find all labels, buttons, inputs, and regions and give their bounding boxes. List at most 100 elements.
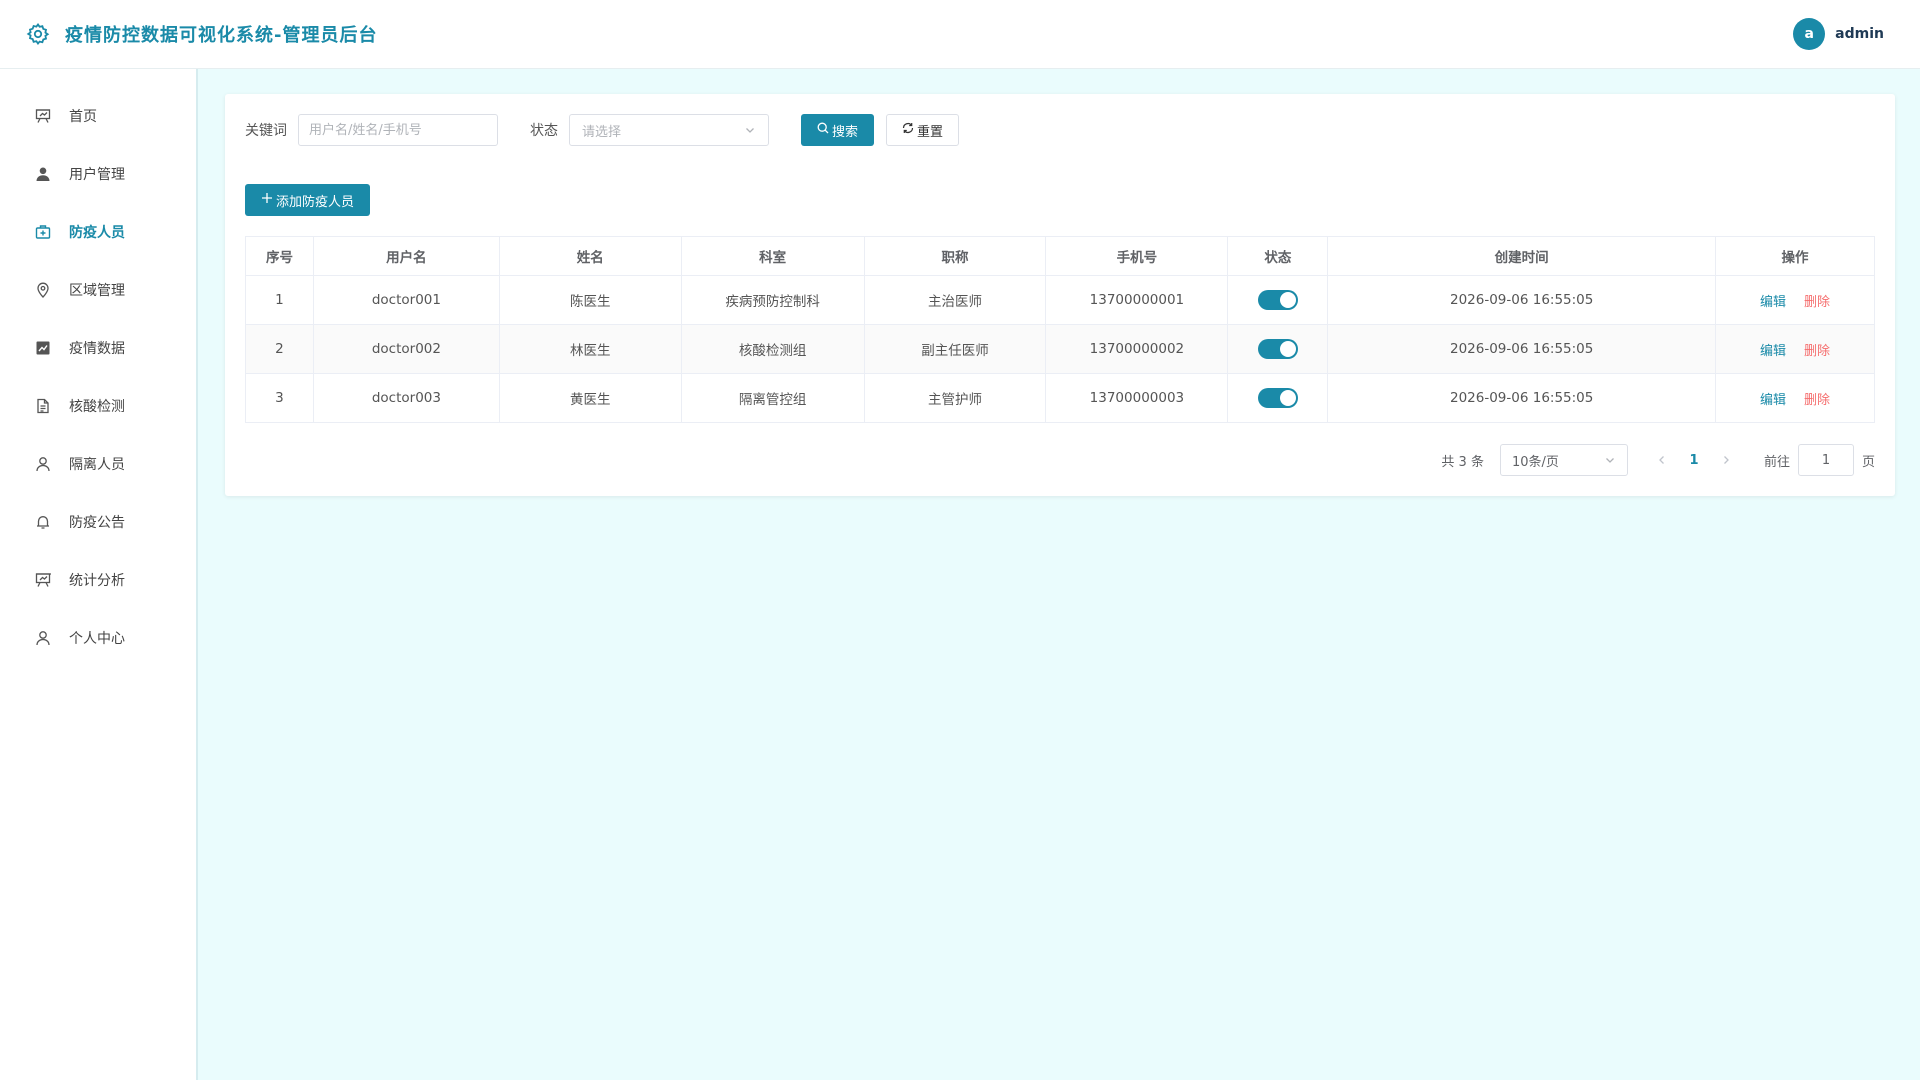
chevron-down-icon [1604, 454, 1616, 470]
row-phone: 13700000002 [1045, 324, 1229, 374]
column-header: 序号 [245, 236, 314, 276]
add-staff-button-label: 添加防疫人员 [276, 194, 355, 210]
goto-page-input[interactable] [1797, 444, 1854, 476]
trend-chart-icon [33, 338, 53, 358]
location-pin-icon [33, 280, 53, 300]
edit-button[interactable]: 编辑 [1760, 344, 1786, 359]
row-title: 主管护师 [863, 373, 1047, 423]
row-created: 2026-09-06 16:55:05 [1327, 324, 1717, 374]
sidebar-item-home[interactable]: 首页 [0, 87, 196, 145]
page-size-value: 10条/页 [1511, 454, 1559, 470]
sidebar-item-label: 区域管理 [69, 283, 125, 299]
sidebar-item-label: 首页 [69, 109, 97, 125]
sidebar-item-user-management[interactable]: 用户管理 [0, 145, 196, 203]
row-status-cell [1227, 275, 1329, 325]
toggle-knob [1279, 390, 1296, 406]
delete-button[interactable]: 删除 [1804, 295, 1830, 310]
status-toggle[interactable] [1257, 388, 1298, 408]
gear-icon [25, 21, 51, 47]
main-card: 关键词 状态 请选择 搜索 重置 添加防疫人员 [225, 94, 1895, 496]
column-header: 操作 [1715, 236, 1875, 276]
row-phone: 13700000003 [1045, 373, 1229, 423]
app-title: 疫情防控数据可视化系统-管理员后台 [65, 25, 378, 46]
presentation-board-icon [33, 106, 53, 126]
row-name: 黄医生 [498, 373, 682, 423]
top-header: 疫情防控数据可视化系统-管理员后台 a admin [0, 0, 1920, 69]
sidebar-item-label: 核酸检测 [69, 399, 125, 415]
avatar[interactable]: a [1793, 18, 1826, 50]
search-button[interactable]: 搜索 [801, 114, 875, 146]
edit-button[interactable]: 编辑 [1760, 295, 1786, 310]
row-name: 林医生 [498, 324, 682, 374]
sidebar-item-announcement[interactable]: 防疫公告 [0, 493, 196, 551]
chevron-down-icon [744, 124, 756, 140]
table-row: 3 doctor003 黄医生 隔离管控组 主管护师 13700000003 2… [245, 373, 1875, 423]
row-department: 隔离管控组 [680, 373, 865, 423]
sidebar-item-profile[interactable]: 个人中心 [0, 609, 196, 667]
toggle-knob [1279, 292, 1296, 308]
status-select-placeholder: 请选择 [582, 124, 622, 140]
user-outline-icon [33, 628, 53, 648]
document-icon [33, 396, 53, 416]
status-toggle[interactable] [1257, 339, 1298, 359]
reset-button-label: 重置 [917, 124, 944, 140]
sidebar-item-statistics[interactable]: 统计分析 [0, 551, 196, 609]
row-created: 2026-09-06 16:55:05 [1327, 373, 1717, 423]
column-header: 手机号 [1045, 236, 1229, 276]
add-staff-button[interactable]: 添加防疫人员 [245, 184, 371, 216]
row-actions: 编辑 删除 [1715, 373, 1875, 423]
bell-icon [33, 512, 53, 532]
sidebar-item-area-management[interactable]: 区域管理 [0, 261, 196, 319]
action-bar: 添加防疫人员 [245, 184, 1875, 216]
column-header: 姓名 [498, 236, 682, 276]
sidebar-item-label: 防疫人员 [69, 225, 125, 241]
username-label[interactable]: admin [1835, 26, 1884, 42]
status-select[interactable]: 请选择 [569, 114, 769, 146]
row-index: 3 [245, 373, 314, 423]
goto-label: 前往 [1763, 454, 1790, 470]
sidebar-item-epidemic-data[interactable]: 疫情数据 [0, 319, 196, 377]
row-status-cell [1227, 373, 1329, 423]
delete-button[interactable]: 删除 [1804, 393, 1830, 408]
chevron-right-icon [1724, 456, 1729, 464]
row-department: 核酸检测组 [680, 324, 865, 374]
user-outline-icon [33, 454, 53, 474]
pagination: 共 3 条 10条/页 1 前往 页 [1441, 444, 1875, 476]
keyword-search-input[interactable] [298, 114, 498, 146]
reset-button[interactable]: 重置 [886, 114, 960, 146]
page-number-current[interactable]: 1 [1678, 444, 1710, 476]
table-header-row: 序号 用户名 姓名 科室 职称 手机号 状态 创建时间 操作 [245, 236, 1875, 276]
row-username: doctor001 [312, 275, 500, 325]
row-department: 疾病预防控制科 [680, 275, 865, 325]
column-header: 状态 [1227, 236, 1329, 276]
plus-icon [261, 192, 273, 208]
staff-table: 序号 用户名 姓名 科室 职称 手机号 状态 创建时间 操作 1 doctor0… [245, 236, 1875, 423]
first-aid-kit-icon [33, 222, 53, 242]
page-size-select[interactable]: 10条/页 [1499, 444, 1628, 476]
edit-button[interactable]: 编辑 [1760, 393, 1786, 408]
status-toggle[interactable] [1257, 290, 1298, 310]
column-header: 科室 [680, 236, 865, 276]
column-header: 创建时间 [1327, 236, 1717, 276]
column-header: 用户名 [312, 236, 500, 276]
sidebar-item-label: 疫情数据 [69, 341, 125, 357]
keyword-label: 关键词 [245, 123, 287, 139]
row-title: 主治医师 [863, 275, 1047, 325]
sidebar-item-nucleic-test[interactable]: 核酸检测 [0, 377, 196, 435]
prev-page-button[interactable] [1646, 444, 1678, 476]
row-username: doctor002 [312, 324, 500, 374]
row-phone: 13700000001 [1045, 275, 1229, 325]
sidebar-item-epidemic-staff[interactable]: 防疫人员 [0, 203, 196, 261]
delete-button[interactable]: 删除 [1804, 344, 1830, 359]
user-menu[interactable]: a admin [1793, 18, 1884, 50]
sidebar-item-quarantine[interactable]: 隔离人员 [0, 435, 196, 493]
row-actions: 编辑 删除 [1715, 324, 1875, 374]
next-page-button[interactable] [1710, 444, 1742, 476]
table-row: 2 doctor002 林医生 核酸检测组 副主任医师 13700000002 … [245, 324, 1875, 374]
filter-bar: 关键词 状态 请选择 搜索 重置 [245, 114, 1875, 146]
row-title: 副主任医师 [863, 324, 1047, 374]
row-index: 1 [245, 275, 314, 325]
search-button-label: 搜索 [832, 124, 859, 140]
column-header: 职称 [863, 236, 1047, 276]
table-row: 1 doctor001 陈医生 疾病预防控制科 主治医师 13700000001… [245, 275, 1875, 325]
